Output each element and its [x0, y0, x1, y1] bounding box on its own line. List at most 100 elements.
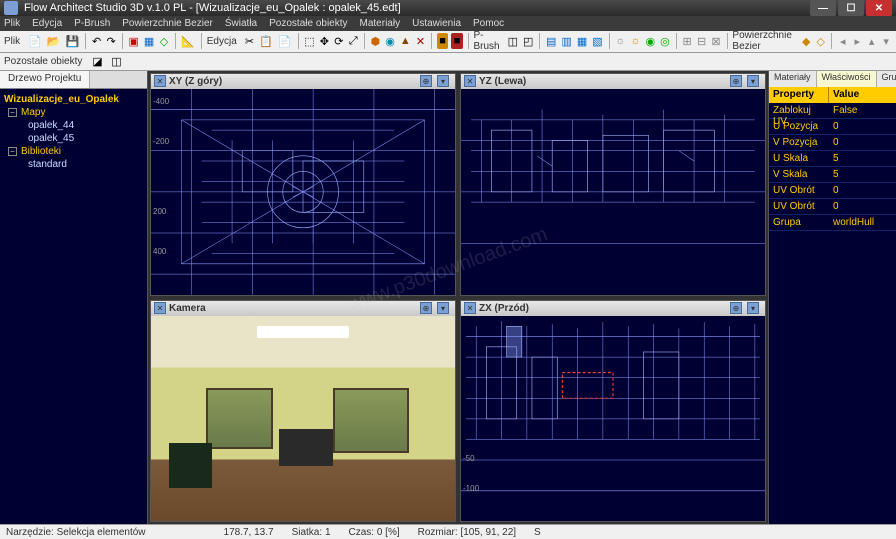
property-row[interactable]: V Pozycja0 [769, 135, 896, 151]
property-row[interactable]: V Skala5 [769, 167, 896, 183]
menu-swiatla[interactable]: Światła [225, 18, 257, 29]
tab-materialy[interactable]: Materiały [769, 71, 817, 87]
menu-bezier[interactable]: Powierzchnie Bezier [122, 18, 213, 29]
menu-edycja[interactable]: Edycja [32, 18, 62, 29]
redo-icon[interactable]: ↷ [105, 33, 116, 49]
property-row[interactable]: GrupaworldHull [769, 215, 896, 231]
undo-icon[interactable]: ↶ [91, 33, 102, 49]
icon-22[interactable]: ◂ [837, 33, 848, 49]
icon-18[interactable]: ◎ [659, 33, 671, 49]
copy-icon[interactable]: 📋 [258, 33, 274, 49]
viewport-menu-icon[interactable]: ▾ [747, 75, 759, 87]
property-value[interactable]: 0 [829, 199, 896, 214]
property-value[interactable]: 0 [829, 119, 896, 134]
save-icon[interactable]: 💾 [65, 33, 81, 49]
viewport-maximize-icon[interactable]: ⊕ [420, 302, 432, 314]
icon-24[interactable]: ▴ [866, 33, 877, 49]
property-value[interactable]: 0 [829, 183, 896, 198]
property-row[interactable]: UV Obrót0 [769, 183, 896, 199]
icon-7[interactable]: ▲ [399, 33, 412, 49]
icon-11[interactable]: ▤ [545, 33, 557, 49]
viewport-close-icon[interactable]: ✕ [154, 302, 166, 314]
icon-16[interactable]: ☼ [629, 33, 641, 49]
icon-4[interactable]: 📐 [180, 33, 196, 49]
collapse-icon[interactable]: − [8, 147, 17, 156]
icon-9[interactable]: ■ [437, 33, 448, 49]
viewport-close-icon[interactable]: ✕ [464, 75, 476, 87]
icon-21[interactable]: ⊠ [710, 33, 721, 49]
icon-1[interactable]: ▣ [127, 33, 139, 49]
viewport-xy-canvas[interactable]: -400 -200 200 400 [151, 89, 455, 295]
viewport-menu-icon[interactable]: ▾ [437, 302, 449, 314]
tree-leaf-standard[interactable]: standard [4, 158, 143, 171]
viewport-yz[interactable]: ✕ YZ (Lewa) ⊕ ▾ [460, 73, 766, 296]
viewport-camera-canvas[interactable] [151, 316, 455, 522]
viewport-maximize-icon[interactable]: ⊕ [420, 75, 432, 87]
viewport-close-icon[interactable]: ✕ [154, 75, 166, 87]
bezier-1-icon[interactable]: ◆ [801, 33, 812, 49]
property-value[interactable]: False [829, 103, 896, 118]
viewport-zx[interactable]: ✕ ZX (Przód) ⊕ ▾ -100 -50 [460, 300, 766, 523]
viewport-yz-canvas[interactable] [461, 89, 765, 295]
close-button[interactable]: ✕ [866, 0, 892, 16]
menu-ustawienia[interactable]: Ustawienia [412, 18, 461, 29]
viewport-menu-icon[interactable]: ▾ [437, 75, 449, 87]
maximize-button[interactable]: ☐ [838, 0, 864, 16]
select-icon[interactable]: ⬚ [303, 33, 315, 49]
tree-node-biblioteki[interactable]: −Biblioteki [4, 145, 143, 158]
menu-plik[interactable]: Plik [4, 18, 20, 29]
property-row[interactable]: UV Obrót0 [769, 199, 896, 215]
icon-25[interactable]: ▾ [880, 33, 891, 49]
property-row[interactable]: Zablokuj UVFalse [769, 103, 896, 119]
tree-node-mapy[interactable]: −Mapy [4, 106, 143, 119]
tree-leaf-opalek44[interactable]: opalek_44 [4, 119, 143, 132]
minimize-button[interactable]: — [810, 0, 836, 16]
open-icon[interactable]: 📂 [46, 33, 62, 49]
icon-5[interactable]: ⬢ [370, 33, 382, 49]
viewport-close-icon[interactable]: ✕ [464, 302, 476, 314]
property-row[interactable]: U Skala5 [769, 151, 896, 167]
icon-17[interactable]: ◉ [645, 33, 657, 49]
icon-3[interactable]: ◇ [158, 33, 169, 49]
property-row[interactable]: U Pozycja0 [769, 119, 896, 135]
viewport-maximize-icon[interactable]: ⊕ [730, 302, 742, 314]
viewport-camera[interactable]: ✕ Kamera ⊕ ▾ [150, 300, 456, 523]
scale-icon[interactable]: ⤢ [348, 33, 359, 49]
icon-14[interactable]: ▧ [591, 33, 603, 49]
paste-icon[interactable]: 📄 [277, 33, 293, 49]
rotate-icon[interactable]: ⟳ [333, 33, 344, 49]
move-icon[interactable]: ✥ [319, 33, 330, 49]
viewport-zx-canvas[interactable]: -100 -50 [461, 316, 765, 522]
collapse-icon[interactable]: − [8, 108, 17, 117]
obj-2-icon[interactable]: ◫ [108, 53, 124, 69]
menu-materialy[interactable]: Materiały [360, 18, 401, 29]
menu-pbrush[interactable]: P-Brush [74, 18, 110, 29]
icon-10[interactable]: ■ [451, 33, 462, 49]
viewport-maximize-icon[interactable]: ⊕ [730, 75, 742, 87]
tree-root[interactable]: Wizualizacje_eu_Opalek [4, 93, 143, 106]
icon-13[interactable]: ▦ [576, 33, 588, 49]
icon-20[interactable]: ⊟ [696, 33, 707, 49]
icon-8[interactable]: ✕ [415, 33, 426, 49]
icon-15[interactable]: ☼ [614, 33, 626, 49]
property-value[interactable]: 5 [829, 151, 896, 166]
brush-1-icon[interactable]: ◫ [507, 33, 519, 49]
icon-12[interactable]: ▥ [560, 33, 572, 49]
new-icon[interactable]: 📄 [27, 33, 43, 49]
menu-obiekty[interactable]: Pozostałe obiekty [269, 18, 347, 29]
tree-leaf-opalek45[interactable]: opalek_45 [4, 132, 143, 145]
bezier-2-icon[interactable]: ◇ [815, 33, 826, 49]
icon-6[interactable]: ◉ [384, 33, 396, 49]
property-value[interactable]: 5 [829, 167, 896, 182]
tab-wlasciwosci[interactable]: Właściwości [817, 71, 877, 87]
cut-icon[interactable]: ✂ [244, 33, 255, 49]
icon-2[interactable]: ▦ [143, 33, 155, 49]
obj-1-icon[interactable]: ◪ [89, 53, 105, 69]
property-value[interactable]: worldHull [829, 215, 896, 230]
viewport-xy[interactable]: ✕ XY (Z góry) ⊕ ▾ -400 -200 200 400 [150, 73, 456, 296]
icon-19[interactable]: ⊞ [681, 33, 692, 49]
icon-23[interactable]: ▸ [852, 33, 863, 49]
brush-2-icon[interactable]: ◰ [522, 33, 534, 49]
viewport-menu-icon[interactable]: ▾ [747, 302, 759, 314]
tab-grupy[interactable]: Grupy [877, 71, 896, 87]
